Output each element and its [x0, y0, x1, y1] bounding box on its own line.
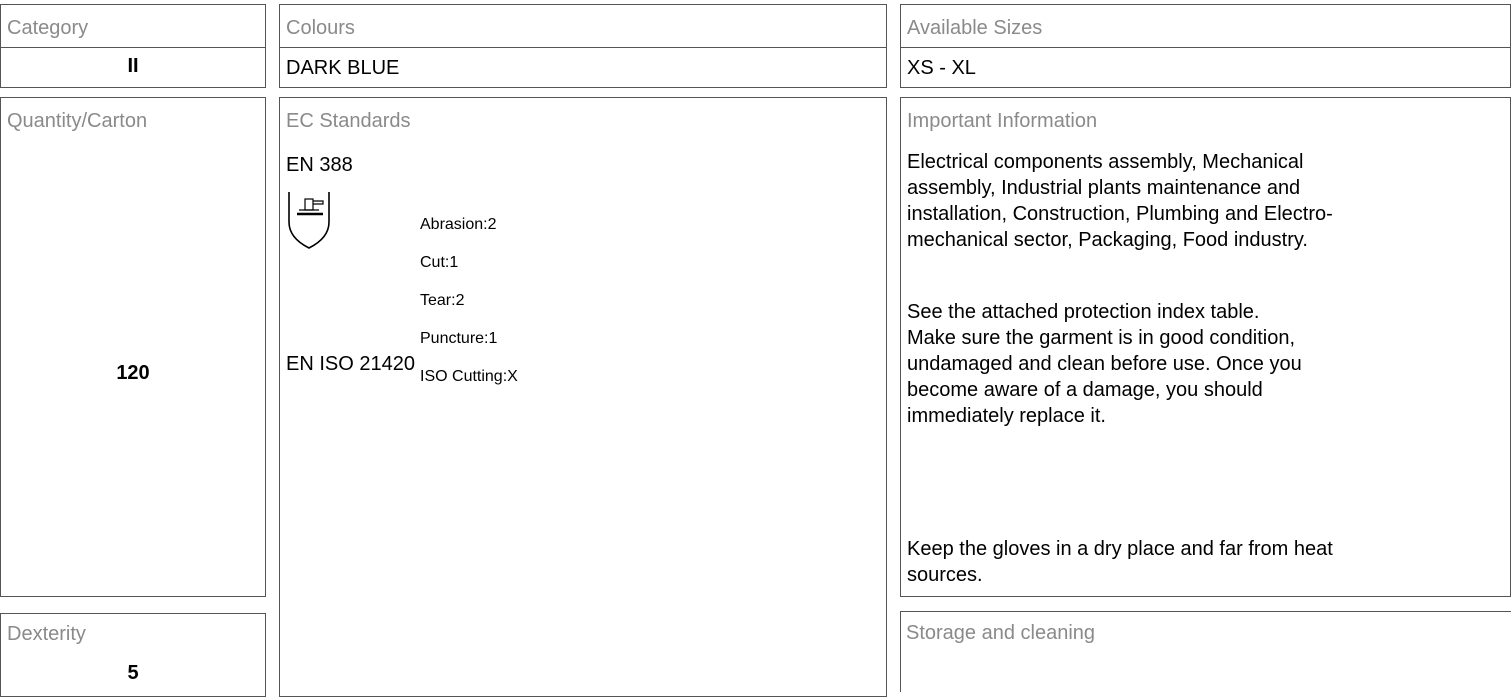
dexterity-value: 5 — [127, 662, 139, 684]
info-instructions: See the attached protection index table.… — [907, 301, 1302, 427]
info-label: Important Information — [907, 110, 1098, 132]
info-storage: Keep the gloves in a dry place and far f… — [907, 538, 1333, 586]
category-value: II — [127, 55, 139, 77]
standards-box: EC Standards EN 388 Abrasion:2 Cut:1 Tea… — [279, 97, 887, 697]
rating-abrasion: Abrasion:2 — [420, 216, 497, 233]
info-box: Important Information Electrical compone… — [900, 97, 1511, 597]
sizes-box: Available Sizes XS - XL — [900, 4, 1511, 88]
colours-label: Colours — [286, 17, 355, 39]
rating-puncture: Puncture:1 — [420, 330, 498, 347]
en388-standard: EN 388 — [286, 154, 353, 176]
sizes-value: XS - XL — [907, 57, 976, 79]
rating-iso-cutting: ISO Cutting:X — [420, 368, 518, 385]
category-divider — [1, 47, 265, 48]
sizes-divider — [901, 47, 1510, 48]
storage-top-line — [900, 611, 1511, 612]
rating-tear: Tear:2 — [420, 292, 465, 309]
colours-value: DARK BLUE — [286, 57, 400, 79]
category-label: Category — [7, 17, 89, 39]
dexterity-label: Dexterity — [7, 623, 86, 645]
rating-cut: Cut:1 — [420, 254, 459, 271]
colours-divider — [280, 47, 886, 48]
sizes-label: Available Sizes — [907, 17, 1043, 39]
en388-ratings: Abrasion:2 Cut:1 Tear:2 Puncture:1 ISO C… — [420, 196, 518, 405]
info-applications: Electrical components assembly, Mechanic… — [907, 151, 1333, 251]
storage-cleaning-label: Storage and cleaning — [906, 622, 1096, 644]
standards-label: EC Standards — [286, 110, 411, 132]
quantity-value: 120 — [116, 362, 150, 384]
hand-shield-icon — [288, 192, 330, 249]
category-box: Category II — [0, 4, 266, 88]
iso21420-standard: EN ISO 21420 — [286, 353, 415, 375]
quantity-label: Quantity/Carton — [7, 110, 148, 132]
dexterity-box: Dexterity 5 — [0, 613, 266, 697]
quantity-box: Quantity/Carton 120 — [0, 97, 266, 597]
storage-left-line — [900, 611, 901, 692]
colours-box: Colours DARK BLUE — [279, 4, 887, 88]
